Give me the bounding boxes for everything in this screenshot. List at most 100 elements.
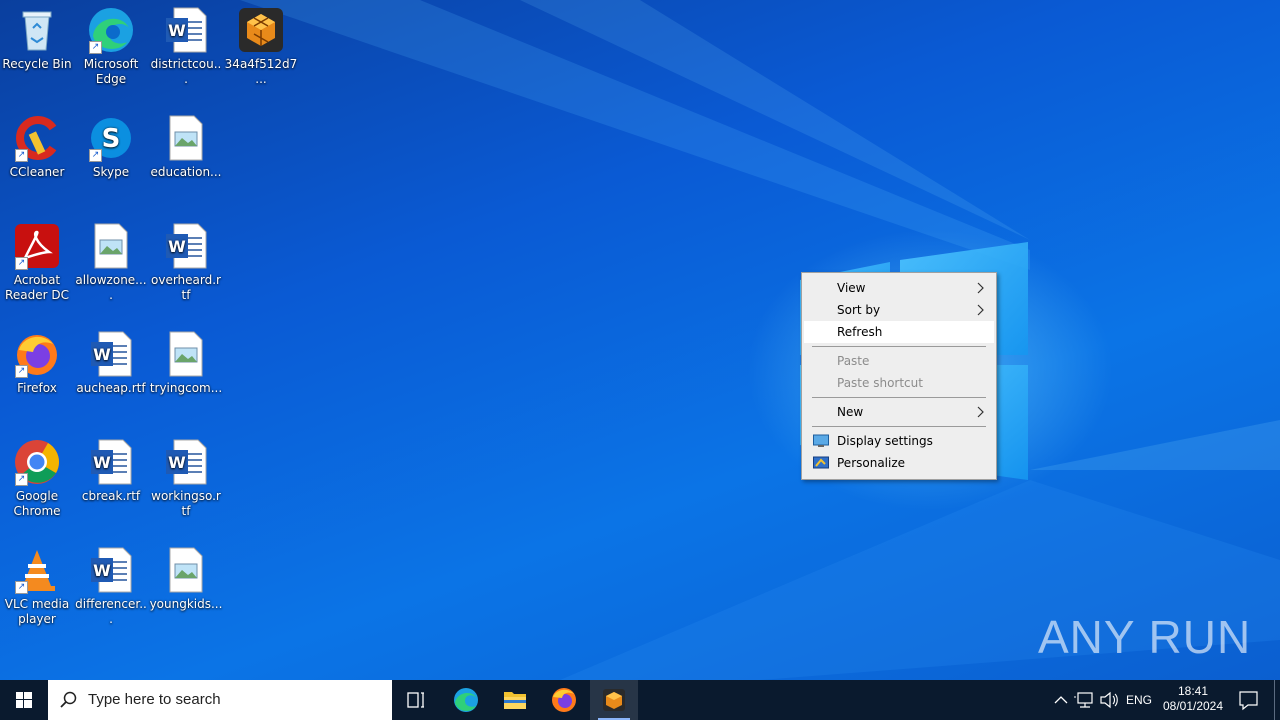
folder-icon [504, 692, 526, 709]
image-file-icon [162, 546, 210, 594]
taskbar-app-button[interactable] [590, 680, 638, 720]
menu-item-label: Display settings [837, 434, 933, 448]
desktop-icon-cbreak[interactable]: W cbreak.rtf [74, 432, 148, 504]
taskbar-clock[interactable]: 18:41 08/01/2024 [1162, 680, 1224, 720]
speaker-icon [1100, 691, 1118, 709]
menu-item-new[interactable]: New [804, 401, 994, 423]
edge-icon [454, 688, 478, 712]
application-icon [237, 6, 285, 54]
menu-separator [812, 346, 986, 347]
menu-item-personalize[interactable]: Personalize [804, 452, 994, 474]
svg-text:W: W [168, 237, 186, 256]
task-view-button[interactable] [392, 680, 440, 720]
svg-text:S: S [102, 124, 121, 154]
word-document-icon: W [162, 438, 210, 486]
word-document-icon: W [162, 6, 210, 54]
watermark-text: ANY RUN [1038, 611, 1252, 663]
taskbar-edge-button[interactable] [442, 680, 490, 720]
shortcut-arrow-icon: ↗ [15, 581, 28, 594]
desktop-context-menu: View Sort by Refresh Paste Paste shortcu… [801, 272, 997, 480]
chevron-right-icon [977, 304, 984, 316]
icon-label: education... [150, 165, 222, 179]
show-desktop-button[interactable] [1274, 680, 1280, 720]
search-icon [60, 691, 77, 708]
network-icon [1074, 692, 1093, 708]
edge-icon: ↗ [87, 6, 135, 54]
language-indicator[interactable]: ENG [1124, 680, 1154, 720]
desktop-icon-chrome[interactable]: ↗ Google Chrome [0, 432, 74, 519]
desktop-icon-edge[interactable]: ↗ Microsoft Edge [74, 0, 148, 87]
chrome-icon: ↗ [13, 438, 61, 486]
desktop-icon-aucheap[interactable]: W aucheap.rtf [74, 324, 148, 396]
chevron-up-icon [1054, 696, 1068, 704]
network-tray-button[interactable] [1074, 680, 1096, 720]
icon-label: districtcou... [150, 57, 222, 86]
desktop-icon-allowzone[interactable]: allowzone.... [74, 216, 148, 303]
personalize-icon [813, 456, 829, 469]
icon-label: CCleaner [9, 165, 65, 179]
desktop-icon-ccleaner[interactable]: ↗ CCleaner [0, 108, 74, 180]
desktop-icon-districtcou[interactable]: W districtcou... [149, 0, 223, 87]
display-settings-icon [813, 434, 829, 447]
volume-tray-button[interactable] [1098, 680, 1120, 720]
task-view-icon [407, 692, 424, 708]
image-file-icon [162, 330, 210, 378]
menu-item-label: View [837, 281, 866, 295]
word-document-icon: W [87, 438, 135, 486]
ccleaner-icon: ↗ [13, 114, 61, 162]
action-center-button[interactable] [1230, 680, 1266, 720]
application-icon [603, 689, 625, 711]
desktop-icon-workingso[interactable]: W workingso.rtf [149, 432, 223, 519]
icon-label: Acrobat Reader DC [5, 273, 69, 302]
language-label: ENG [1125, 693, 1152, 707]
svg-text:W: W [93, 561, 111, 580]
desktop-icon-tryingcom[interactable]: tryingcom... [149, 324, 223, 396]
desktop-icon-recycle-bin[interactable]: Recycle Bin [0, 0, 74, 72]
icon-label: allowzone.... [75, 273, 147, 302]
shortcut-arrow-icon: ↗ [15, 257, 28, 270]
icon-label: cbreak.rtf [81, 489, 141, 503]
taskbar-search-box[interactable]: Type here to search [48, 680, 392, 720]
desktop[interactable]: Recycle Bin ↗ CCleaner ↗ Acrobat Reader … [0, 0, 1280, 680]
anyrun-watermark: ANY RUN [1038, 610, 1251, 664]
desktop-icon-firefox[interactable]: ↗ Firefox [0, 324, 74, 396]
menu-separator [812, 426, 986, 427]
desktop-icon-34a4f512d7[interactable]: 34a4f512d7... [224, 0, 298, 87]
desktop-icon-overheard[interactable]: W overheard.rtf [149, 216, 223, 303]
icon-label: 34a4f512d7... [224, 57, 298, 86]
menu-item-display-settings[interactable]: Display settings [804, 430, 994, 452]
icon-label: aucheap.rtf [76, 381, 146, 395]
icon-label: Recycle Bin [2, 57, 72, 71]
menu-item-view[interactable]: View [804, 277, 994, 299]
chevron-right-icon [977, 282, 984, 294]
clock-date: 08/01/2024 [1162, 699, 1224, 713]
desktop-icon-education[interactable]: education... [149, 108, 223, 180]
icon-label: youngkids... [149, 597, 223, 611]
desktop-icon-vlc[interactable]: ↗ VLC media player [0, 540, 74, 627]
taskbar-firefox-button[interactable] [540, 680, 588, 720]
taskbar-file-explorer-button[interactable] [491, 680, 539, 720]
show-hidden-icons-button[interactable] [1050, 680, 1072, 720]
image-file-icon [87, 222, 135, 270]
svg-text:W: W [93, 453, 111, 472]
desktop-icon-skype[interactable]: S ↗ Skype [74, 108, 148, 180]
menu-item-label: Paste shortcut [837, 376, 923, 390]
desktop-icon-youngkids[interactable]: youngkids... [149, 540, 223, 612]
menu-item-sort-by[interactable]: Sort by [804, 299, 994, 321]
desktop-icon-acrobat[interactable]: ↗ Acrobat Reader DC [0, 216, 74, 303]
notification-icon [1239, 691, 1258, 711]
menu-item-paste-shortcut: Paste shortcut [804, 372, 994, 394]
shortcut-arrow-icon: ↗ [89, 149, 102, 162]
menu-item-refresh[interactable]: Refresh [804, 321, 994, 343]
acrobat-icon: ↗ [13, 222, 61, 270]
svg-text:W: W [168, 453, 186, 472]
menu-item-paste: Paste [804, 350, 994, 372]
menu-item-label: New [837, 405, 864, 419]
menu-separator [812, 397, 986, 398]
desktop-icon-differencer[interactable]: W differencer... [74, 540, 148, 627]
menu-item-label: Personalize [837, 456, 906, 470]
firefox-icon: ↗ [13, 330, 61, 378]
icon-label: Microsoft Edge [83, 57, 139, 86]
start-button[interactable] [0, 680, 48, 720]
image-file-icon [162, 114, 210, 162]
